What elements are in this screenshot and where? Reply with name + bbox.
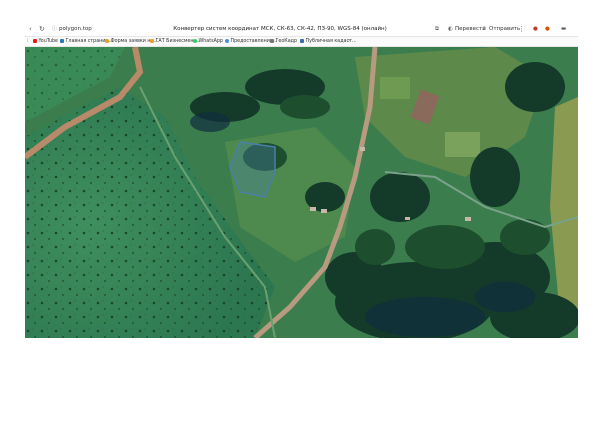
back-icon[interactable]: ‹ — [29, 24, 32, 34]
form-icon — [105, 38, 109, 43]
whatsapp-icon — [193, 38, 197, 43]
extension-icon-3[interactable]: ▬ — [561, 24, 566, 34]
translate-icon-2: ◐ — [448, 26, 453, 32]
folder-icon — [150, 38, 154, 43]
menu-icon[interactable]: ⋮ — [518, 24, 525, 34]
bookmark-label: ГеоКадр — [275, 39, 298, 44]
extension-icon-2[interactable]: ● — [545, 24, 550, 34]
site-info-icon[interactable]: ⓘ — [52, 24, 57, 34]
satellite-imagery — [25, 47, 578, 338]
youtube-icon — [33, 38, 37, 43]
translate-icon[interactable]: ⧉ — [435, 24, 439, 34]
extension-icon[interactable]: ● — [533, 24, 538, 34]
page-title: Конвертер систем координат МСК, СК-63, С… — [173, 26, 387, 32]
bookmark-label: YouTube — [38, 39, 59, 44]
bookmarks-bar: ⁞ YouTube Главная страниц... Форма заявк… — [25, 37, 578, 47]
share-icon: ⇪ — [482, 26, 487, 32]
browser-toolbar: ‹ ↻ ⓘ polygon.top Конвертер систем коорд… — [25, 22, 578, 37]
globe-icon — [225, 38, 229, 43]
browser-window: ‹ ↻ ⓘ polygon.top Конвертер систем коорд… — [25, 22, 578, 338]
chevron-right-icon[interactable]: » — [348, 37, 351, 46]
share-button[interactable]: Отправить — [489, 24, 520, 34]
page-icon — [60, 38, 64, 43]
satellite-map[interactable] — [25, 47, 578, 338]
bookmark-label: WhatsApp — [198, 39, 223, 44]
bookmark-whatsapp[interactable]: WhatsApp — [193, 37, 223, 46]
bookmark-youtube[interactable]: YouTube — [33, 37, 58, 46]
map-icon — [300, 38, 304, 43]
reload-icon[interactable]: ↻ — [39, 24, 45, 34]
bookmark-geokadr[interactable]: ГеоКадр — [270, 37, 297, 46]
apps-icon[interactable]: ⁞ — [27, 37, 29, 46]
address-bar[interactable]: polygon.top — [59, 24, 92, 34]
page-icon — [270, 38, 274, 43]
